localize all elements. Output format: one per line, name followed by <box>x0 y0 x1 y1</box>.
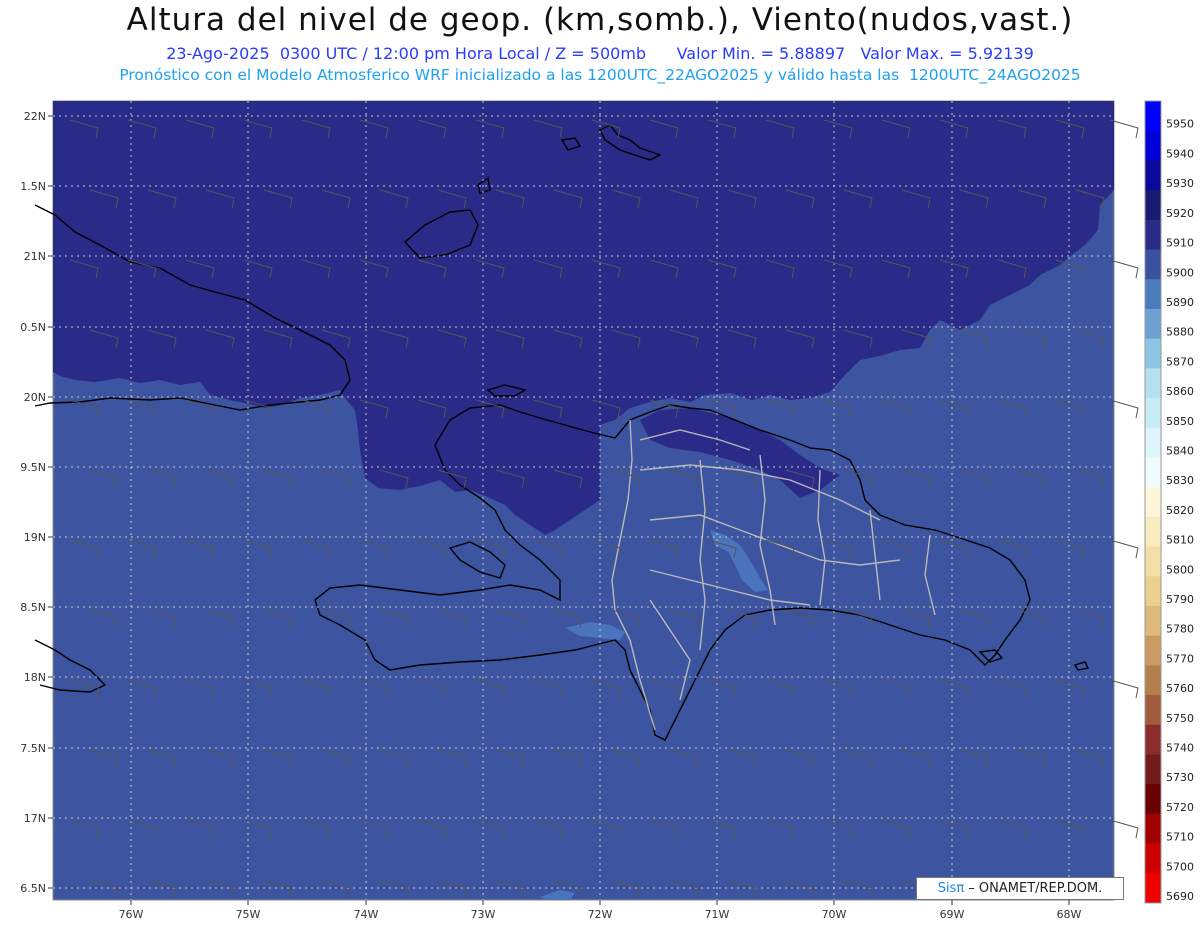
colorbar-swatch <box>1145 308 1161 340</box>
colorbar-label: 5860 <box>1166 385 1194 398</box>
lat-label: 0.5N <box>20 321 46 334</box>
colorbar-label: 5910 <box>1166 237 1194 250</box>
colorbar-swatch <box>1145 813 1161 845</box>
colorbar-swatch <box>1145 368 1161 399</box>
colorbar-label: 5740 <box>1166 742 1194 755</box>
credit-text: – ONAMET/REP.DOM. <box>964 881 1103 896</box>
colorbar-swatch <box>1145 843 1161 874</box>
lon-label: 68W <box>1057 908 1082 921</box>
lon-label: 75W <box>236 908 261 921</box>
colorbar-swatch <box>1145 487 1161 518</box>
colorbar-label: 5940 <box>1166 147 1194 160</box>
colorbar-swatch <box>1145 665 1161 696</box>
lat-label: 17N <box>24 812 46 825</box>
colorbar-swatch <box>1145 160 1161 191</box>
lon-label: 69W <box>940 908 965 921</box>
credit-box: Sisπ – ONAMET/REP.DOM. <box>916 877 1124 900</box>
colorbar-label: 5820 <box>1166 504 1194 517</box>
colorbar-label: 5900 <box>1166 266 1194 279</box>
colorbar-swatch <box>1145 279 1161 310</box>
lon-label: 70W <box>822 908 847 921</box>
colorbar-swatch <box>1145 249 1161 280</box>
colorbar-label: 5810 <box>1166 534 1194 547</box>
colorbar-swatch <box>1145 398 1161 429</box>
colorbar-swatch <box>1145 784 1161 815</box>
colorbar-label: 5800 <box>1166 563 1194 576</box>
colorbar-swatch <box>1145 546 1161 577</box>
colorbar-swatch <box>1145 724 1161 755</box>
colorbar-label: 5890 <box>1166 296 1194 309</box>
lon-label: 72W <box>588 908 613 921</box>
colorbar-swatch <box>1145 101 1161 132</box>
colorbar-swatch <box>1145 219 1161 251</box>
lat-label: 19N <box>24 531 46 544</box>
colorbar-label: 5870 <box>1166 355 1194 368</box>
latitude-labels: 22N 1.5N 21N 0.5N 20N 9.5N 19N 8.5N 18N 7.5N 17N 6.… <box>20 110 53 895</box>
colorbar-swatch <box>1145 516 1161 548</box>
colorbar-swatch <box>1145 190 1161 221</box>
colorbar: 5950 5940 5930 5920 5910 5900 5890 5880 5870 5860… <box>1144 100 1194 904</box>
colorbar-label: 5850 <box>1166 415 1194 428</box>
lon-label: 74W <box>354 908 379 921</box>
colorbar-label: 5700 <box>1166 860 1194 873</box>
colorbar-label: 5840 <box>1166 444 1194 457</box>
colorbar-label: 5710 <box>1166 831 1194 844</box>
lat-label: 8.5N <box>20 601 46 614</box>
colorbar-label: 5690 <box>1166 890 1194 903</box>
colorbar-label: 5930 <box>1166 177 1194 190</box>
lon-label: 71W <box>705 908 730 921</box>
lat-label: 6.5N <box>20 882 46 895</box>
colorbar-swatch <box>1145 576 1161 607</box>
brand-logo: Sisπ <box>937 881 965 896</box>
lat-label: 7.5N <box>20 742 46 755</box>
colorbar-swatch <box>1145 605 1161 637</box>
colorbar-swatch <box>1145 754 1161 785</box>
lat-label: 9.5N <box>20 461 46 474</box>
longitude-labels: 76W 75W 74W 73W 72W 71W 70W 69W 68W <box>119 900 1082 921</box>
lat-label: 21N <box>24 250 46 263</box>
lon-label: 73W <box>471 908 496 921</box>
colorbar-label: 5720 <box>1166 801 1194 814</box>
forecast-map: 22N 1.5N 21N 0.5N 20N 9.5N 19N 8.5N 18N 7.5N 17N 6.… <box>20 100 1194 921</box>
colorbar-label: 5760 <box>1166 682 1194 695</box>
lat-label: 20N <box>24 391 46 404</box>
colorbar-swatch <box>1145 457 1161 488</box>
lat-label: 22N <box>24 110 46 123</box>
colorbar-label: 5730 <box>1166 771 1194 784</box>
colorbar-label: 5790 <box>1166 593 1194 606</box>
colorbar-swatch <box>1145 873 1161 904</box>
colorbar-swatch <box>1145 695 1161 726</box>
colorbar-swatch <box>1145 635 1161 666</box>
colorbar-label: 5780 <box>1166 623 1194 636</box>
lat-label: 1.5N <box>20 180 46 193</box>
colorbar-swatch <box>1145 130 1161 161</box>
colorbar-label: 5750 <box>1166 712 1194 725</box>
colorbar-label: 5880 <box>1166 326 1194 339</box>
colorbar-swatch <box>1145 427 1161 458</box>
lon-label: 76W <box>119 908 144 921</box>
colorbar-label: 5770 <box>1166 652 1194 665</box>
colorbar-swatch <box>1145 338 1161 369</box>
lat-label: 18N <box>24 671 46 684</box>
colorbar-label: 5920 <box>1166 207 1194 220</box>
colorbar-label: 5830 <box>1166 474 1194 487</box>
colorbar-label: 5950 <box>1166 118 1194 131</box>
